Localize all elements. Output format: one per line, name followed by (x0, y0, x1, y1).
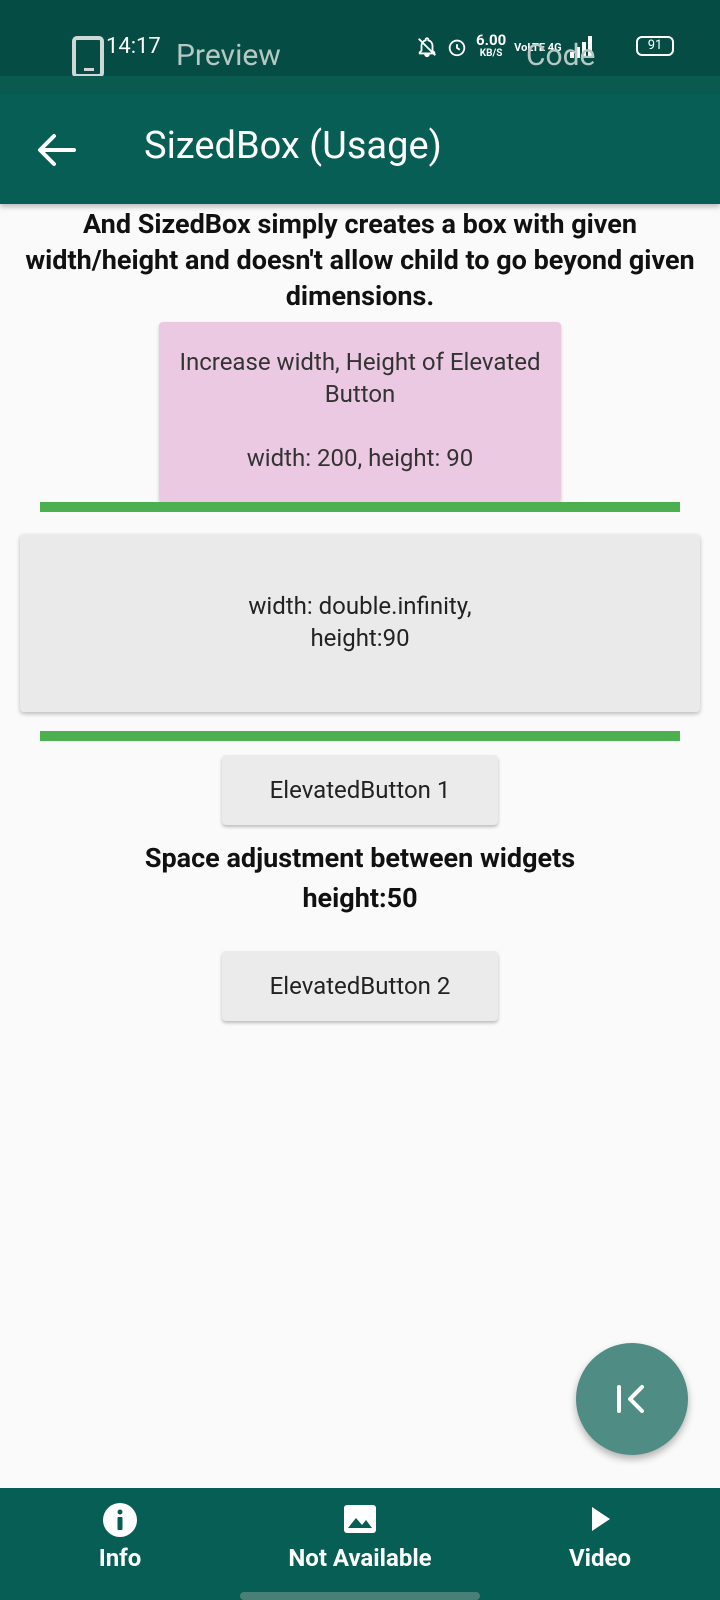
arrow-back-icon[interactable] (36, 132, 76, 168)
tab-strip (0, 76, 720, 94)
nav-item-not-available[interactable]: Not Available (240, 1488, 480, 1600)
sized-button-200-line1: Increase width, Height of Elevated Butto… (179, 348, 541, 408)
space-label: Space adjustment between widgets height:… (60, 838, 660, 918)
nav-item-not-available-label: Not Available (288, 1544, 432, 1572)
sized-button-infinity[interactable]: width: double.infinity, height:90 (20, 534, 700, 712)
app-bar: SizedBox (Usage) (0, 94, 720, 204)
battery-icon: 91 (636, 36, 674, 56)
phone-icon (72, 36, 104, 78)
nav-item-video[interactable]: Video (520, 1488, 680, 1600)
speed-unit: KB/S (479, 48, 503, 59)
status-time: 14:17 (106, 34, 161, 59)
play-icon (592, 1507, 610, 1531)
tab-code[interactable]: Code (526, 38, 595, 73)
tab-preview[interactable]: Preview (176, 38, 281, 73)
nav-item-info-label: Info (98, 1544, 142, 1572)
nav-item-video-label: Video (568, 1544, 632, 1572)
mute-icon (418, 37, 436, 58)
sized-button-infinity-line1: width: double.infinity, (248, 592, 472, 620)
image-icon (344, 1505, 376, 1533)
nav-item-info[interactable]: Info (40, 1488, 200, 1600)
elevated-button-1[interactable]: ElevatedButton 1 (222, 755, 498, 825)
sized-button-infinity-line2: height:90 (310, 624, 410, 652)
status-bar: 14:17 Preview 6.00 KB/S VoLTE 4G Code 91 (0, 0, 720, 78)
info-icon (103, 1503, 137, 1537)
network-speed: 6.00 KB/S (476, 33, 506, 60)
home-indicator[interactable] (240, 1592, 480, 1600)
alarm-icon (448, 39, 466, 57)
divider (40, 731, 680, 741)
first-page-button[interactable] (576, 1343, 688, 1455)
battery-level: 91 (647, 38, 663, 53)
space-label-line1: Space adjustment between widgets (144, 842, 576, 874)
sized-button-200-line2: width: 200, height: 90 (246, 444, 474, 472)
page-title: SizedBox (Usage) (144, 124, 442, 168)
bottom-nav: Info Not Available Video (0, 1488, 720, 1600)
sized-button-200[interactable]: Increase width, Height of Elevated Butto… (159, 322, 561, 502)
divider (40, 502, 680, 512)
space-label-line2: height:50 (302, 882, 418, 914)
intro-text: And SizedBox simply creates a box with g… (25, 208, 695, 312)
elevated-button-2[interactable]: ElevatedButton 2 (222, 951, 498, 1021)
first-page-icon (617, 1385, 644, 1413)
